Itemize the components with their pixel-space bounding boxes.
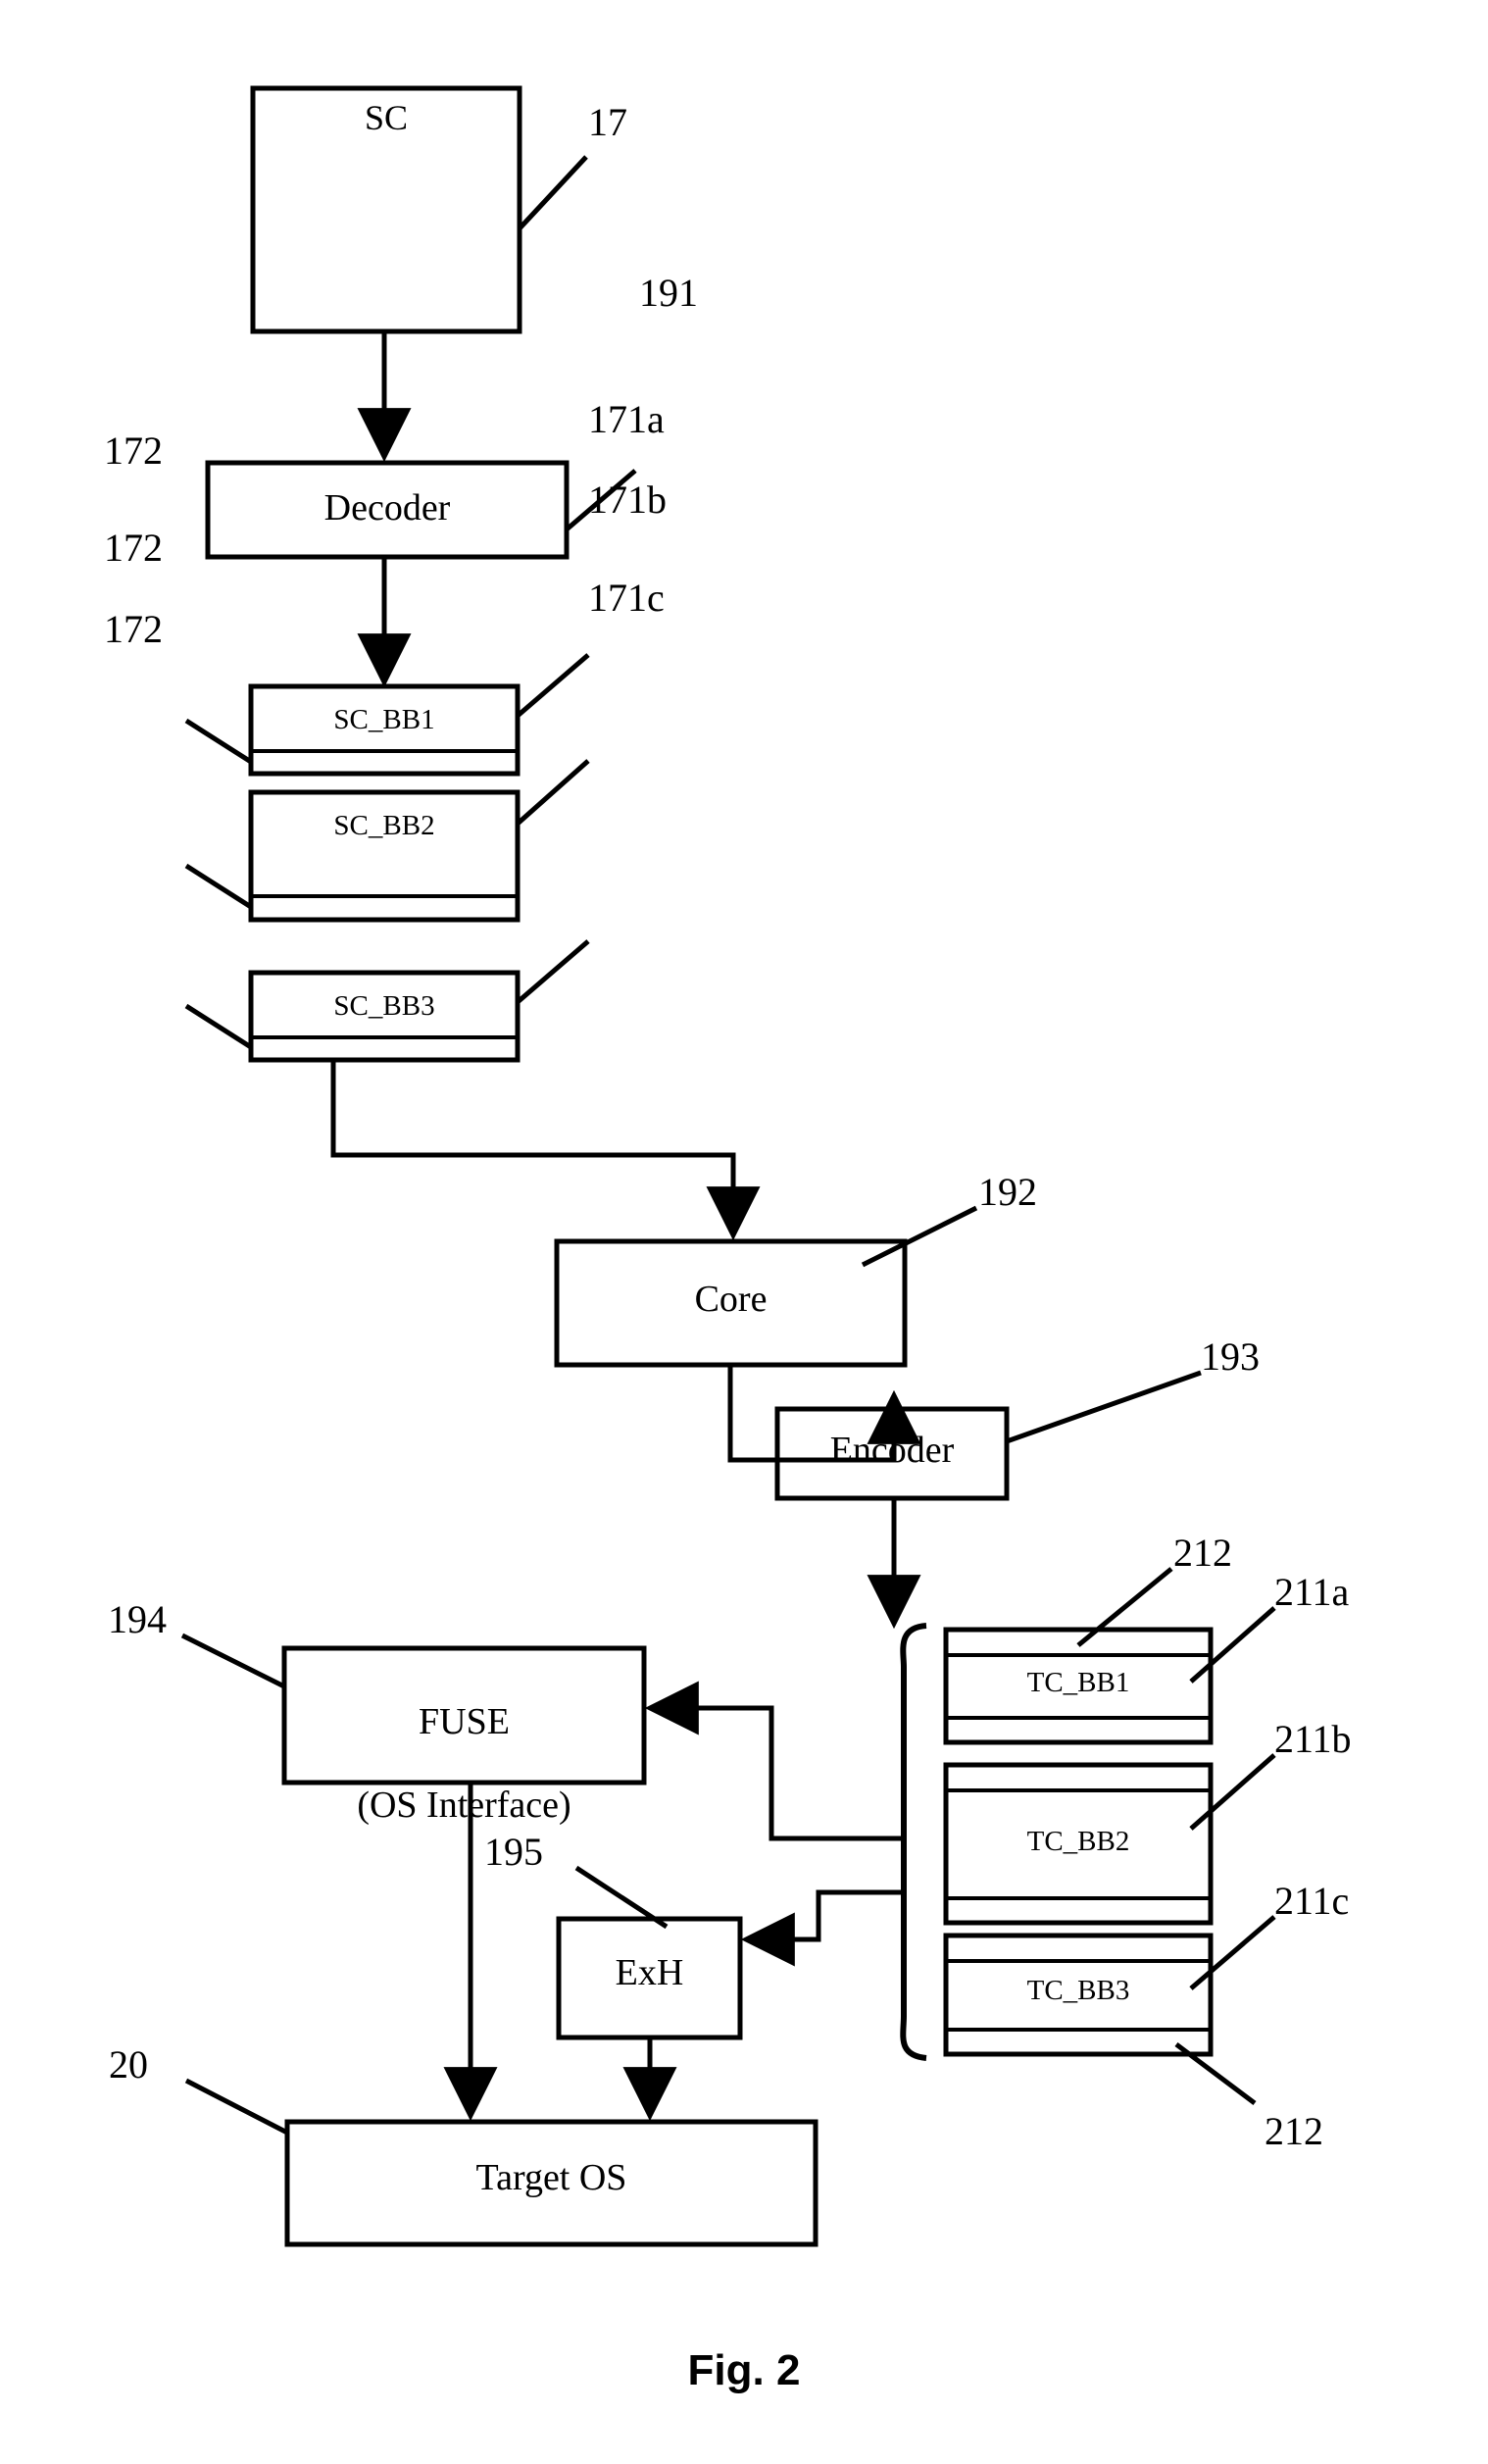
ref-label-211b: 211b xyxy=(1274,1717,1352,1761)
target-os-box-label: Target OS xyxy=(475,2157,627,2198)
tc-bb2-label: TC_BB2 xyxy=(1026,1826,1130,1857)
ref-label-191: 191 xyxy=(639,271,698,315)
ref-label-211c: 211c xyxy=(1274,1879,1350,1923)
diagram-vector-layer xyxy=(180,85,1276,2247)
ref-label-172-a: 172 xyxy=(104,428,163,473)
ref-label-172-b: 172 xyxy=(104,526,163,570)
ref-label-192: 192 xyxy=(978,1170,1037,1214)
ref-label-17: 17 xyxy=(588,100,627,144)
tc-bb1-label: TC_BB1 xyxy=(1026,1667,1130,1698)
ref-label-172-c: 172 xyxy=(104,607,163,651)
connector-tcblocks-to-exh xyxy=(740,1889,904,1967)
encoder-box-label: Encoder xyxy=(829,1430,955,1471)
leader-212-top xyxy=(1076,1567,1173,1647)
connector-tcblocks-to-fuse xyxy=(644,1681,904,1841)
core-box-label: Core xyxy=(694,1279,768,1320)
sc-box-label: SC xyxy=(364,98,409,137)
figure-caption: Fig. 2 xyxy=(687,2346,801,2394)
tc-bb3-label: TC_BB3 xyxy=(1026,1975,1130,2006)
ref-label-212-top: 212 xyxy=(1173,1531,1232,1575)
ref-label-193: 193 xyxy=(1201,1334,1260,1379)
leader-172a xyxy=(184,718,253,765)
leader-171a xyxy=(516,653,590,718)
leader-192 xyxy=(861,1205,978,1268)
sc-bb3-label: SC_BB3 xyxy=(333,990,435,1022)
sc-bb1-label: SC_BB1 xyxy=(333,704,435,735)
fuse-box-label: FUSE (OS Interface) xyxy=(284,1659,644,1868)
leader-193 xyxy=(1006,1370,1202,1444)
ref-label-195: 195 xyxy=(484,1830,543,1874)
ref-label-212-bottom: 212 xyxy=(1265,2109,1323,2153)
ref-label-194: 194 xyxy=(108,1597,167,1641)
leader-171b xyxy=(516,759,590,826)
leader-194 xyxy=(180,1633,286,1689)
leader-172c xyxy=(184,1003,253,1050)
tc-blocks-brace xyxy=(900,1623,927,2061)
ref-label-211a: 211a xyxy=(1274,1570,1350,1614)
fuse-label-line2: (OS Interface) xyxy=(357,1784,571,1826)
fuse-label-line1: FUSE xyxy=(419,1700,510,1742)
decoder-box-label: Decoder xyxy=(323,487,451,528)
leader-172b xyxy=(184,863,253,910)
ref-label-20: 20 xyxy=(109,2042,148,2087)
ref-label-171c: 171c xyxy=(588,576,665,620)
figure-canvas: SC Decoder Core Encoder FUSE (OS Interfa… xyxy=(0,0,1488,2464)
ref-label-171a: 171a xyxy=(588,397,665,441)
connector-scbb3-to-core xyxy=(330,1060,761,1241)
leader-17 xyxy=(518,155,588,230)
ref-label-171b: 171b xyxy=(588,478,667,522)
sc-bb2-label: SC_BB2 xyxy=(333,810,435,841)
leader-212-bottom xyxy=(1174,2042,1257,2105)
leader-171c xyxy=(516,939,590,1004)
exh-box-label: ExH xyxy=(615,1952,684,1993)
leader-20 xyxy=(184,2078,289,2136)
